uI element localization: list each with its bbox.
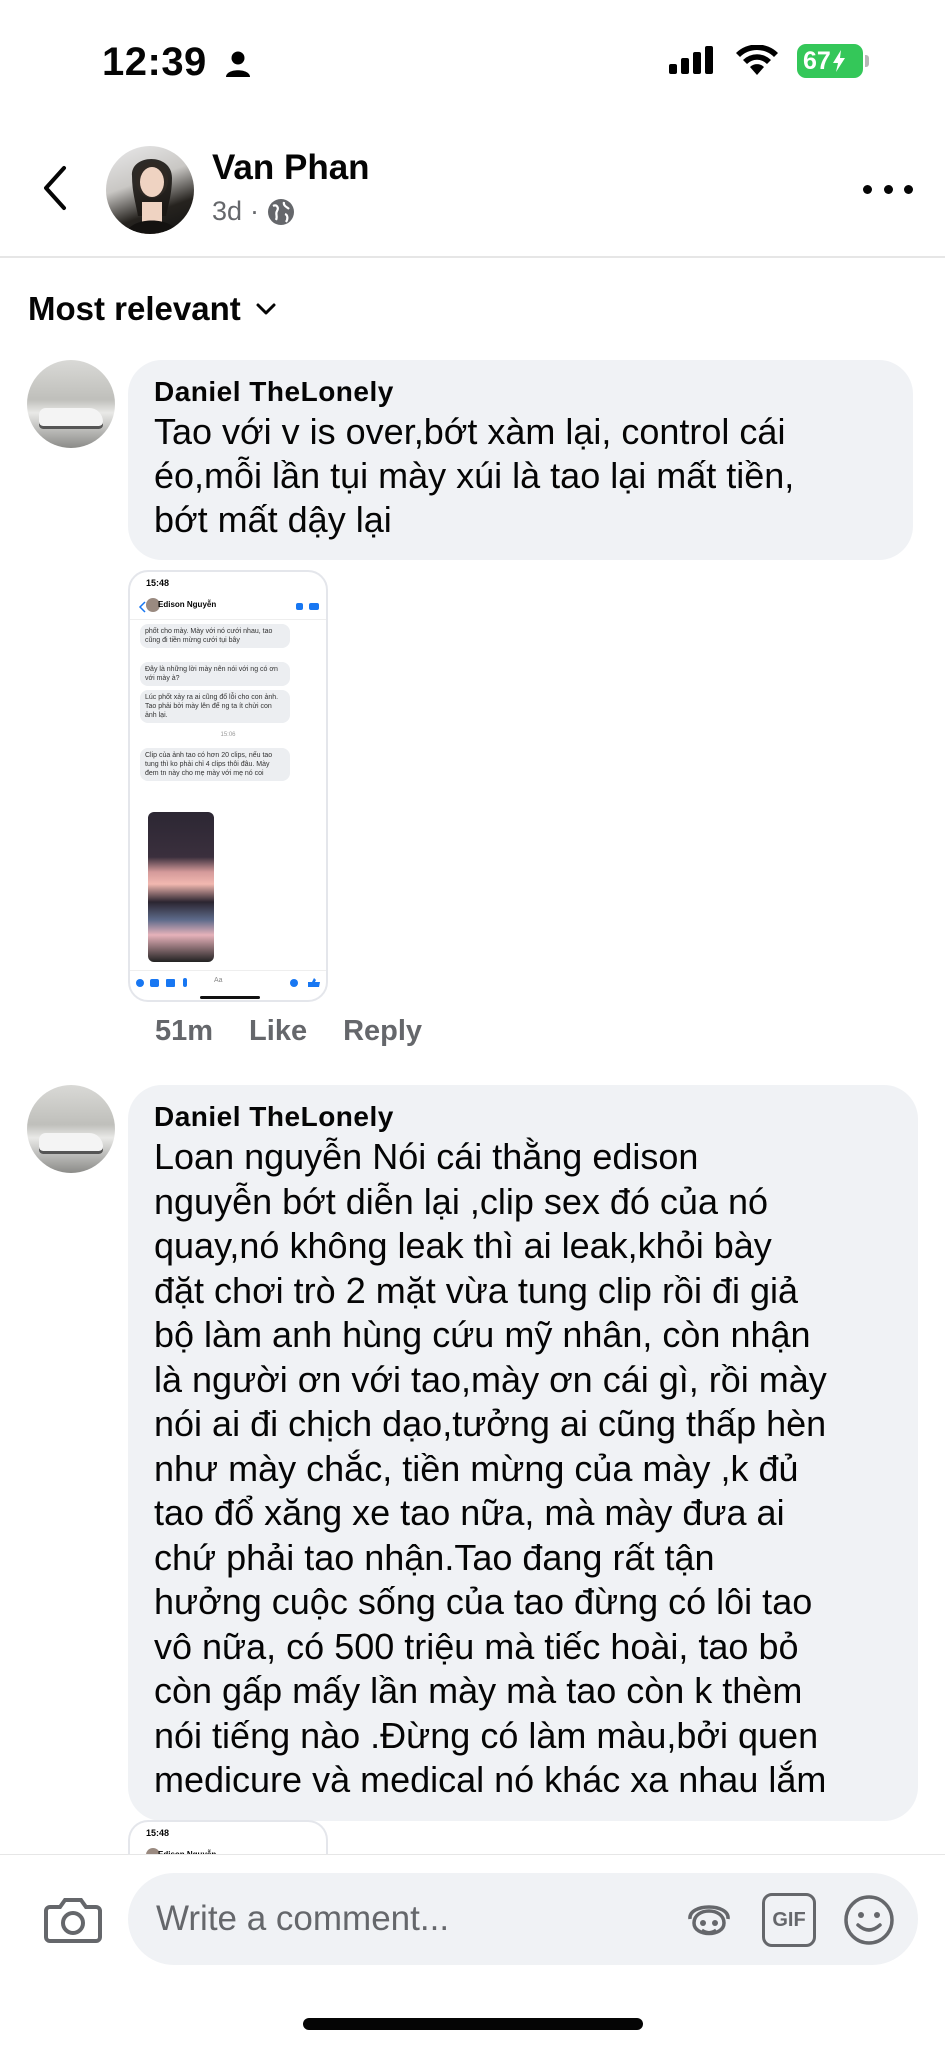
comment-composer: Write a comment... GIF: [0, 1854, 945, 2048]
comment-line: Loan nguyễn Nói cái thằng edison: [154, 1136, 699, 1177]
comment-line: vô nữa, có 500 triệu mà tiếc hoài, tao b…: [154, 1625, 799, 1667]
person-icon: [226, 51, 250, 77]
comment-line: nguyễn bớt diễn lại ,clip sex đó của nó: [154, 1180, 769, 1222]
author-name[interactable]: Van Phan: [212, 148, 370, 188]
comment-line: bớt mất dậy lại: [154, 499, 392, 540]
attachment-status-time: 15:48: [146, 578, 170, 588]
signal-icon: [669, 46, 713, 74]
charging-bolt-icon: [832, 50, 845, 72]
reply-button[interactable]: Reply: [343, 1015, 422, 1048]
comment-author[interactable]: Daniel TheLonely: [154, 376, 887, 408]
dot-icon: [904, 184, 913, 194]
comment-line: tao đổ xăng xe tao nữa, mà mày đưa ai: [154, 1492, 785, 1533]
battery-indicator: 67: [797, 44, 869, 78]
post-time: 3d: [212, 196, 243, 226]
comment-text: Tao với v is over,bớt xàm lại, control c…: [154, 410, 887, 542]
dot-icon: [863, 184, 872, 194]
comment-line: nói tiếng nào .Đừng có làm màu,bởi quen: [154, 1714, 819, 1756]
wifi-icon: [736, 45, 778, 75]
status-indicators: 67: [667, 44, 869, 78]
comment-line: như mày chắc, tiền mừng của mày ,k đủ: [154, 1447, 799, 1489]
comment-actions: 51m Like Reply: [155, 1015, 422, 1048]
back-button[interactable]: [30, 158, 80, 218]
dot-icon: [883, 184, 893, 194]
comment-image-attachment[interactable]: 15:48 Edison Nguyễn phốt cho mày. Mày vớ…: [128, 570, 328, 1002]
comment-text: Loan nguyễn Nói cái thằng edison nguyễn …: [154, 1135, 898, 1803]
comment-line: là người ơn với tao,mày ơn cái gì, rồi m…: [154, 1358, 827, 1400]
battery-level: 67: [803, 46, 831, 75]
attachment-message: Đây là những lời mày nên nói với ng có ơ…: [140, 662, 290, 686]
attachment-home-indicator: [200, 996, 260, 999]
post-header: Van Phan 3d ·: [0, 130, 945, 258]
sort-label: Most relevant: [28, 290, 241, 327]
comment-sort-selector[interactable]: Most relevant: [28, 290, 277, 328]
more-options-button[interactable]: [863, 174, 913, 204]
attachment-call-icon: [296, 603, 319, 610]
attachment-composer-icons: [136, 978, 320, 987]
comment-input-placeholder: Write a comment...: [156, 1899, 450, 1938]
comment-line: quay,nó không leak thì ai leak,khỏi bày: [154, 1225, 772, 1266]
comment-input[interactable]: Write a comment... GIF: [128, 1873, 918, 1965]
attachment-message: Clip của ảnh tao có hơn 20 clips, nếu ta…: [140, 748, 290, 781]
camera-icon[interactable]: [42, 1889, 104, 1951]
attachment-divider-time: 15:06: [220, 732, 236, 738]
emoji-icon[interactable]: [842, 1893, 896, 1947]
avatar-sticker-icon[interactable]: [682, 1893, 736, 1947]
attachment-message: Lúc phốt xảy ra ai cũng đổ lỗi cho con ả…: [140, 690, 290, 723]
comment-line: hưởng cuộc sống của tao đừng có lôi tao: [154, 1581, 813, 1622]
commenter-avatar[interactable]: [27, 360, 115, 448]
gif-label: GIF: [772, 1908, 806, 1931]
comment-line: chứ phải tao nhận.Tao đang rất tận: [154, 1536, 715, 1578]
attachment-chat-header: Edison Nguyễn: [130, 592, 326, 620]
comment-author[interactable]: Daniel TheLonely: [154, 1101, 898, 1133]
comment-line: nói ai đi chịch dạo,tưởng ai cũng thấp h…: [154, 1403, 827, 1444]
comment-bubble[interactable]: Daniel TheLonely Tao với v is over,bớt x…: [128, 360, 913, 560]
chevron-down-icon: [256, 303, 276, 315]
attachment-video-thumbnail: [148, 812, 214, 962]
chevron-left-icon: [44, 166, 66, 210]
comment-time: 51m: [155, 1015, 214, 1047]
attachment-composer: Aa: [130, 970, 326, 994]
attachment-chat-name: Edison Nguyễn: [158, 600, 217, 609]
globe-icon: [268, 198, 295, 225]
attachment-status-time: 15:48: [146, 1828, 170, 1838]
comment-line: Tao với v is over,bớt xàm lại, control c…: [154, 411, 786, 452]
comment-bubble[interactable]: Daniel TheLonely Loan nguyễn Nói cái thằ…: [128, 1085, 918, 1821]
status-bar: 12:39 67: [0, 0, 945, 120]
comment-line: bộ làm anh hùng cứu mỹ nhân, còn nhận: [154, 1314, 811, 1355]
post-meta: 3d ·: [212, 196, 295, 227]
commenter-avatar[interactable]: [27, 1085, 115, 1173]
comment-line: đặt chơi trò 2 mặt vừa tung clip rồi đi …: [154, 1269, 799, 1311]
home-indicator: [303, 2018, 643, 2030]
status-time: 12:39: [102, 40, 207, 84]
attachment-message: phốt cho mày. Mày với nó cưới nhau, tao …: [140, 624, 290, 648]
comment-line: medicure và medical nó khác xa nhau lắm: [154, 1759, 827, 1800]
gif-button[interactable]: GIF: [762, 1893, 816, 1947]
like-button[interactable]: Like: [249, 1015, 307, 1048]
comment-line: éo,mỗi lần tụi mày xúi là tao lại mất ti…: [154, 455, 795, 496]
comment-line: còn gấp mấy lần mày mà tao còn k thèm: [154, 1670, 803, 1711]
author-avatar[interactable]: [106, 146, 194, 234]
meta-separator: ·: [250, 196, 260, 226]
attachment-input-placeholder: Aa: [214, 977, 223, 984]
avatar-photo: [126, 159, 178, 234]
